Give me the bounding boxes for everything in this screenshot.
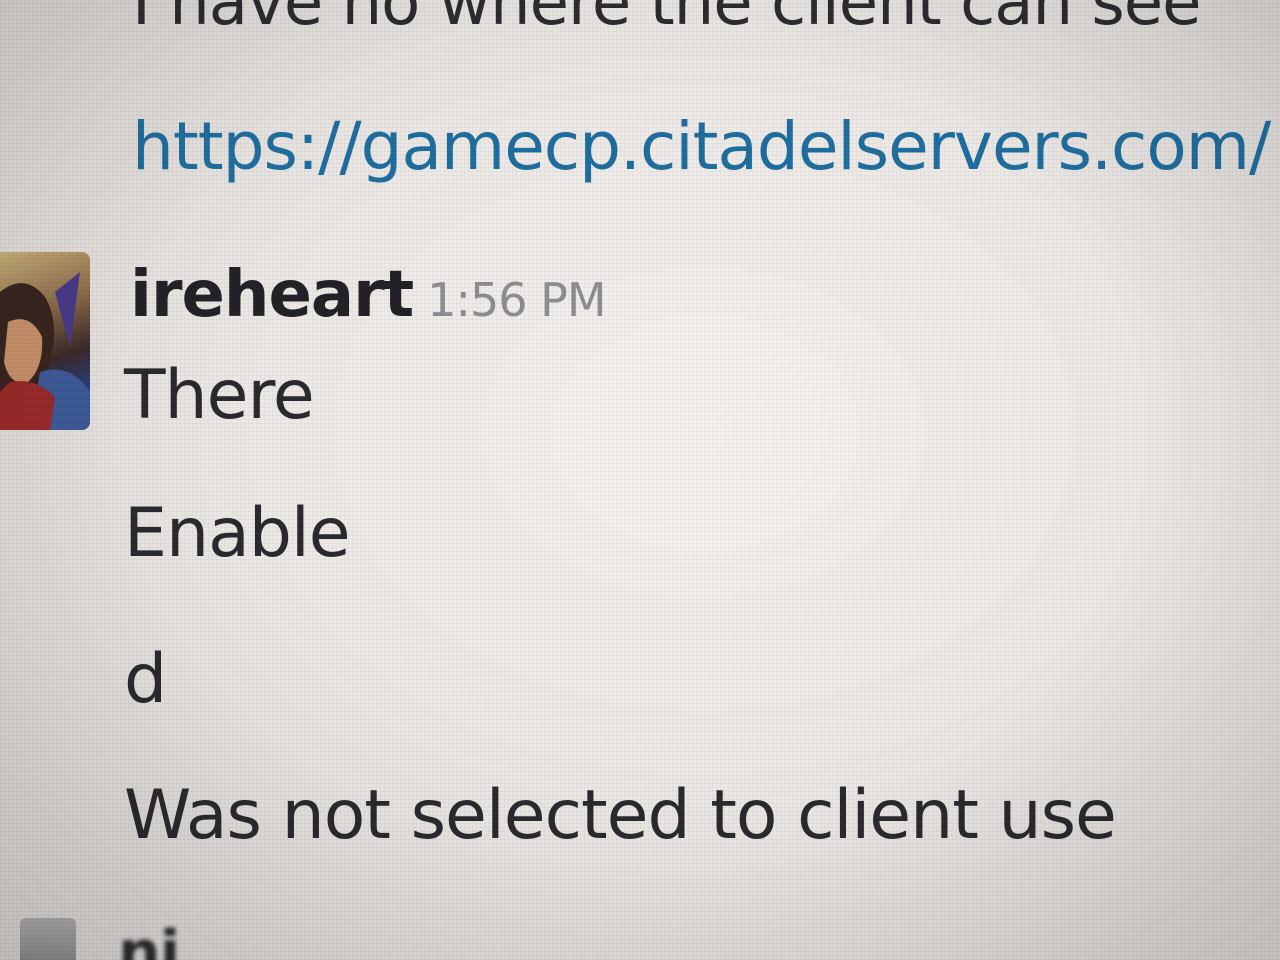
message-feed: I have no where the client can see https… — [0, 0, 1280, 960]
message-line: There — [124, 356, 315, 435]
author-name[interactable]: ireheart — [130, 258, 414, 332]
message-line: Was not selected to client use — [124, 776, 1117, 855]
previous-message-text: I have no where the client can see — [132, 0, 1201, 40]
next-message-author[interactable]: ni — [118, 918, 180, 960]
message-header: ireheart 1:56 PM — [130, 258, 607, 332]
avatar[interactable] — [0, 252, 90, 430]
avatar-image — [0, 272, 90, 430]
previous-message-link[interactable]: https://gamecp.citadelservers.com/ — [132, 108, 1271, 185]
next-message-avatar[interactable] — [20, 918, 76, 960]
message-line: Enable — [124, 494, 351, 573]
message-line: d — [124, 640, 167, 719]
message-timestamp[interactable]: 1:56 PM — [427, 273, 606, 327]
